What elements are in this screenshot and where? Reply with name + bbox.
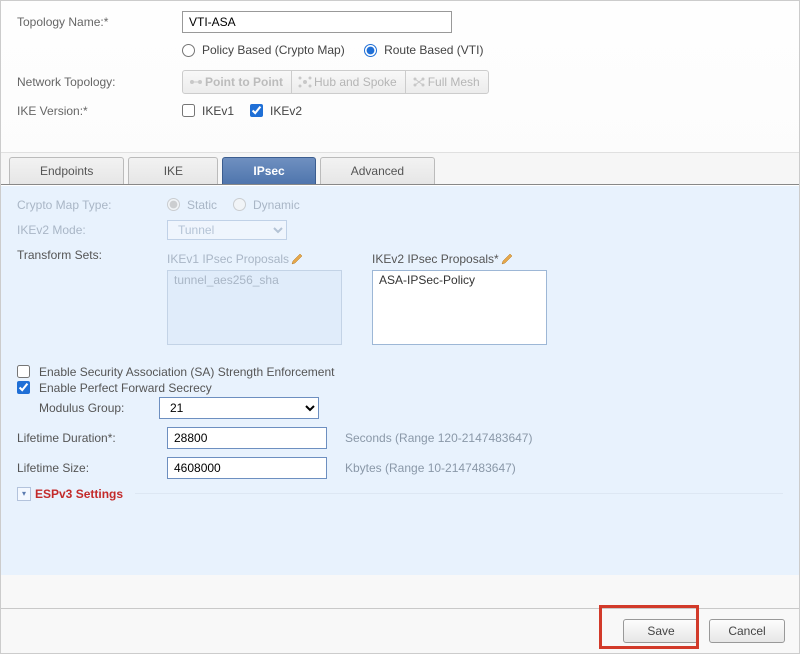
lifetime-duration-input[interactable] bbox=[167, 427, 327, 449]
tab-endpoints[interactable]: Endpoints bbox=[9, 157, 124, 184]
lifetime-duration-label: Lifetime Duration*: bbox=[17, 431, 167, 445]
tab-ipsec[interactable]: IPsec bbox=[222, 157, 315, 184]
pencil-icon[interactable] bbox=[501, 253, 513, 265]
topology-type-radio-group: Policy Based (Crypto Map) Route Based (V… bbox=[182, 43, 499, 60]
ikev2-mode-select: Tunnel bbox=[167, 220, 287, 240]
tab-strip: Endpoints IKE IPsec Advanced bbox=[1, 153, 799, 185]
transform-sets-label: Transform Sets: bbox=[17, 248, 167, 262]
crypto-map-type-label: Crypto Map Type: bbox=[17, 198, 167, 212]
dialog-footer: Save Cancel bbox=[1, 608, 799, 653]
route-based-radio[interactable]: Route Based (VTI) bbox=[364, 43, 483, 57]
modulus-group-label: Modulus Group: bbox=[39, 401, 159, 415]
crypto-static-radio: Static bbox=[167, 198, 217, 212]
ikev2-proposals-list[interactable]: ASA-IPSec-Policy bbox=[372, 270, 547, 345]
ikev1-checkbox[interactable]: IKEv1 bbox=[182, 104, 234, 118]
topology-name-input[interactable] bbox=[182, 11, 452, 33]
ikev2-proposals-label: IKEv2 IPsec Proposals* bbox=[372, 252, 499, 266]
sa-strength-checkbox[interactable]: Enable Security Association (SA) Strengt… bbox=[17, 365, 783, 379]
crypto-dynamic-radio: Dynamic bbox=[233, 198, 300, 212]
modulus-group-select[interactable]: 21 bbox=[159, 397, 319, 419]
pencil-icon bbox=[291, 253, 303, 265]
lifetime-size-hint: Kbytes (Range 10-2147483647) bbox=[345, 461, 516, 475]
point-to-point-button[interactable]: Point to Point bbox=[183, 71, 292, 93]
chevron-down-icon[interactable]: ▾ bbox=[17, 487, 31, 501]
config-tabs: Endpoints IKE IPsec Advanced Crypto Map … bbox=[1, 152, 799, 575]
tab-ike[interactable]: IKE bbox=[128, 157, 218, 184]
save-button[interactable]: Save bbox=[623, 619, 699, 643]
ike-version-label: IKE Version:* bbox=[17, 104, 182, 118]
topology-name-label: Topology Name:* bbox=[17, 15, 182, 29]
ipsec-tab-body: Crypto Map Type: Static Dynamic IKEv2 Mo… bbox=[1, 185, 799, 575]
lifetime-duration-hint: Seconds (Range 120-2147483647) bbox=[345, 431, 532, 445]
full-mesh-button[interactable]: Full Mesh bbox=[406, 71, 488, 93]
top-form: Topology Name:* Policy Based (Crypto Map… bbox=[1, 1, 799, 132]
pfs-checkbox[interactable]: Enable Perfect Forward Secrecy bbox=[17, 381, 783, 395]
lifetime-size-input[interactable] bbox=[167, 457, 327, 479]
policy-based-radio[interactable]: Policy Based (Crypto Map) bbox=[182, 43, 345, 57]
vpn-topology-dialog: Topology Name:* Policy Based (Crypto Map… bbox=[0, 0, 800, 654]
cancel-button[interactable]: Cancel bbox=[709, 619, 785, 643]
network-topology-segmented: Point to Point Hub and Spoke Full Mesh bbox=[182, 70, 489, 94]
espv3-section-header[interactable]: ▾ ESPv3 Settings bbox=[17, 487, 783, 501]
tab-advanced[interactable]: Advanced bbox=[320, 157, 435, 184]
transform-sets-group: IKEv1 IPsec Proposals tunnel_aes256_sha … bbox=[167, 252, 547, 345]
ikev2-mode-label: IKEv2 Mode: bbox=[17, 223, 167, 237]
list-item[interactable]: ASA-IPSec-Policy bbox=[379, 273, 540, 287]
ikev1-proposals-list: tunnel_aes256_sha bbox=[167, 270, 342, 345]
network-topology-label: Network Topology: bbox=[17, 75, 182, 89]
ikev2-checkbox[interactable]: IKEv2 bbox=[250, 104, 302, 118]
lifetime-size-label: Lifetime Size: bbox=[17, 461, 167, 475]
ikev1-proposals-label: IKEv1 IPsec Proposals bbox=[167, 252, 289, 266]
hub-and-spoke-button[interactable]: Hub and Spoke bbox=[292, 71, 406, 93]
